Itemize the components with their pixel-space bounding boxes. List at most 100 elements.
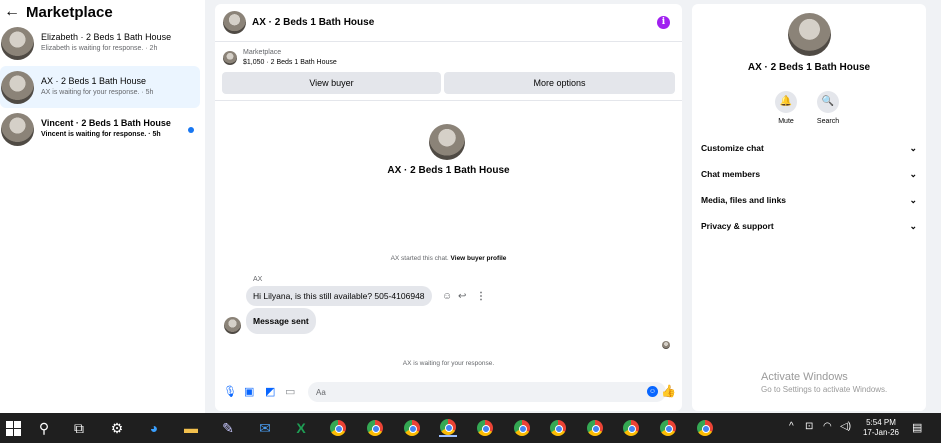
chat-started-text: AX started this chat. <box>390 255 449 262</box>
excel-icon[interactable]: X <box>292 419 310 437</box>
conversation-status: AX is waiting for your response. · 5h <box>41 89 154 96</box>
sender-avatar <box>224 317 241 334</box>
sidebar-header: ← Marketplace <box>0 0 205 24</box>
media-files-links-row[interactable]: Media, files and links ⌄ <box>701 193 917 207</box>
notifications-icon[interactable]: ▤ <box>912 421 922 434</box>
info-icon[interactable]: i <box>657 16 670 29</box>
search-icon: 🔍 <box>817 91 839 113</box>
arrow-left-icon[interactable]: ← <box>4 3 22 21</box>
chrome-profile-icon[interactable] <box>622 419 640 437</box>
chrome-icon[interactable] <box>329 419 347 437</box>
file-explorer-icon[interactable]: ▬ <box>182 419 200 437</box>
mail-icon[interactable]: ✉ <box>256 419 274 437</box>
chat-profile-thumbnail <box>429 124 465 160</box>
conversation-status: Vincent is waiting for response. · 5h <box>41 131 161 138</box>
task-view-icon[interactable]: ⧉ <box>70 419 88 437</box>
network-icon[interactable]: ⊡ <box>805 421 813 432</box>
listing-thumbnail <box>1 70 34 104</box>
conversation-sidebar: ← Marketplace Elizabeth · 2 Beds 1 Bath … <box>0 0 205 413</box>
conversation-name: Elizabeth · 2 Beds 1 Bath House <box>41 32 172 42</box>
unread-dot-icon <box>188 127 194 133</box>
listing-thumbnail <box>223 51 237 65</box>
chevron-down-icon: ⌄ <box>909 220 917 231</box>
clock-time: 5:54 PM <box>866 418 896 427</box>
mute-label: Mute <box>778 118 794 125</box>
gif-icon[interactable]: ▭ <box>285 385 295 398</box>
windows-start-icon[interactable] <box>4 419 22 437</box>
listing-thumbnail <box>1 26 34 60</box>
search-label: Search <box>816 118 840 125</box>
volume-icon[interactable]: ◁) <box>840 421 851 432</box>
taskbar: ⚲ ⧉ ⚙ ◕ ▬ ✎ ✉ X ^ ⊡ ◠ ◁) 5:54 PM 17-Jan-… <box>0 413 941 443</box>
seen-avatar <box>662 341 670 349</box>
activate-windows-watermark: Activate Windows Go to Settings to activ… <box>761 371 887 394</box>
message-bubble: Hi Lilyana, is this still available? 505… <box>246 286 432 306</box>
chrome-profile-icon[interactable] <box>549 419 567 437</box>
thumbs-up-icon[interactable]: 👍 <box>661 384 676 398</box>
search-icon[interactable]: ⚲ <box>35 419 53 437</box>
details-title: AX · 2 Beds 1 Bath House <box>747 62 871 73</box>
listing-label: Marketplace <box>243 49 282 56</box>
message-sender: AX <box>253 276 263 283</box>
listing-summary[interactable]: Marketplace $1,050 · 2 Beds 1 Bath House <box>223 48 337 68</box>
listing-price: $1,050 · 2 Beds 1 Bath House <box>243 59 337 66</box>
chevron-down-icon: ⌄ <box>909 168 917 179</box>
waiting-notice: AX is waiting for your response. <box>402 360 495 367</box>
sidebar-title: Marketplace <box>26 3 113 21</box>
chrome-profile-icon[interactable] <box>366 419 384 437</box>
message-composer: 🎙 ▣ ◩ ▭ Aa ☺ 👍 <box>215 381 682 403</box>
chat-details-panel: AX · 2 Beds 1 Bath House 🔔 Mute 🔍 Search… <box>692 4 926 411</box>
watermark-subtitle: Go to Settings to activate Windows. <box>761 385 888 394</box>
conversation-name: AX · 2 Beds 1 Bath House <box>41 76 147 86</box>
chat-header-thumbnail[interactable] <box>223 11 246 34</box>
row-label: Media, files and links <box>701 195 787 205</box>
microphone-icon[interactable]: 🎙 <box>223 385 237 398</box>
sticker-icon[interactable]: ◩ <box>265 385 275 398</box>
reply-icon[interactable]: ↩ <box>458 291 466 302</box>
chrome-profile-icon[interactable] <box>403 419 421 437</box>
view-buyer-button[interactable]: View buyer <box>222 72 441 94</box>
search-button[interactable]: 🔍 Search <box>808 91 848 125</box>
chat-header: AX · 2 Beds 1 Bath House <box>215 4 682 42</box>
chat-header-title[interactable]: AX · 2 Beds 1 Bath House <box>252 17 374 28</box>
bell-icon: 🔔 <box>775 91 797 113</box>
smile-icon[interactable]: ☺ <box>442 291 452 302</box>
chevron-down-icon: ⌄ <box>909 194 917 205</box>
chat-center-title: AX · 2 Beds 1 Bath House <box>387 165 510 176</box>
system-clock[interactable]: 5:54 PM 17-Jan-26 <box>859 418 903 438</box>
paint-icon[interactable]: ✎ <box>219 419 237 437</box>
message-bubble: Message sent <box>246 308 316 334</box>
wifi-icon[interactable]: ◠ <box>823 421 832 432</box>
chrome-profile-icon[interactable] <box>659 419 677 437</box>
chat-panel: AX · 2 Beds 1 Bath House i Marketplace $… <box>215 4 682 411</box>
clock-date: 17-Jan-26 <box>862 428 900 437</box>
divider <box>215 100 682 101</box>
conversation-item-vincent[interactable]: Vincent · 2 Beds 1 Bath House Vincent is… <box>0 108 200 150</box>
chrome-profile-icon[interactable] <box>513 419 531 437</box>
edge-browser-icon[interactable]: ◕ <box>145 419 163 437</box>
chrome-profile-icon[interactable] <box>696 419 714 437</box>
conversation-name: Vincent · 2 Beds 1 Bath House <box>41 118 171 128</box>
chrome-profile-icon[interactable] <box>586 419 604 437</box>
conversation-item-ax[interactable]: AX · 2 Beds 1 Bath House AX is waiting f… <box>0 66 200 108</box>
chrome-profile-icon[interactable] <box>439 419 457 437</box>
conversation-item-elizabeth[interactable]: Elizabeth · 2 Beds 1 Bath House Elizabet… <box>0 22 200 64</box>
customize-chat-row[interactable]: Customize chat ⌄ <box>701 141 917 155</box>
more-options-button[interactable]: More options <box>444 72 675 94</box>
chevron-up-icon[interactable]: ^ <box>789 421 794 432</box>
row-label: Customize chat <box>701 143 764 153</box>
settings-gear-icon[interactable]: ⚙ <box>108 419 126 437</box>
privacy-support-row[interactable]: Privacy & support ⌄ <box>701 219 917 233</box>
message-input[interactable]: Aa <box>308 382 666 402</box>
emoji-icon[interactable]: ☺ <box>647 386 658 397</box>
conversation-status: Elizabeth is waiting for response. · 2h <box>41 45 158 52</box>
chevron-down-icon: ⌄ <box>909 142 917 153</box>
more-vertical-icon[interactable]: ⋮ <box>476 291 486 302</box>
photo-icon[interactable]: ▣ <box>244 385 254 398</box>
watermark-title: Activate Windows <box>761 371 848 383</box>
chat-members-row[interactable]: Chat members ⌄ <box>701 167 917 181</box>
listing-thumbnail <box>1 112 34 146</box>
mute-button[interactable]: 🔔 Mute <box>766 91 806 125</box>
chrome-profile-icon[interactable] <box>476 419 494 437</box>
view-buyer-profile-link[interactable]: View buyer profile <box>451 255 507 262</box>
